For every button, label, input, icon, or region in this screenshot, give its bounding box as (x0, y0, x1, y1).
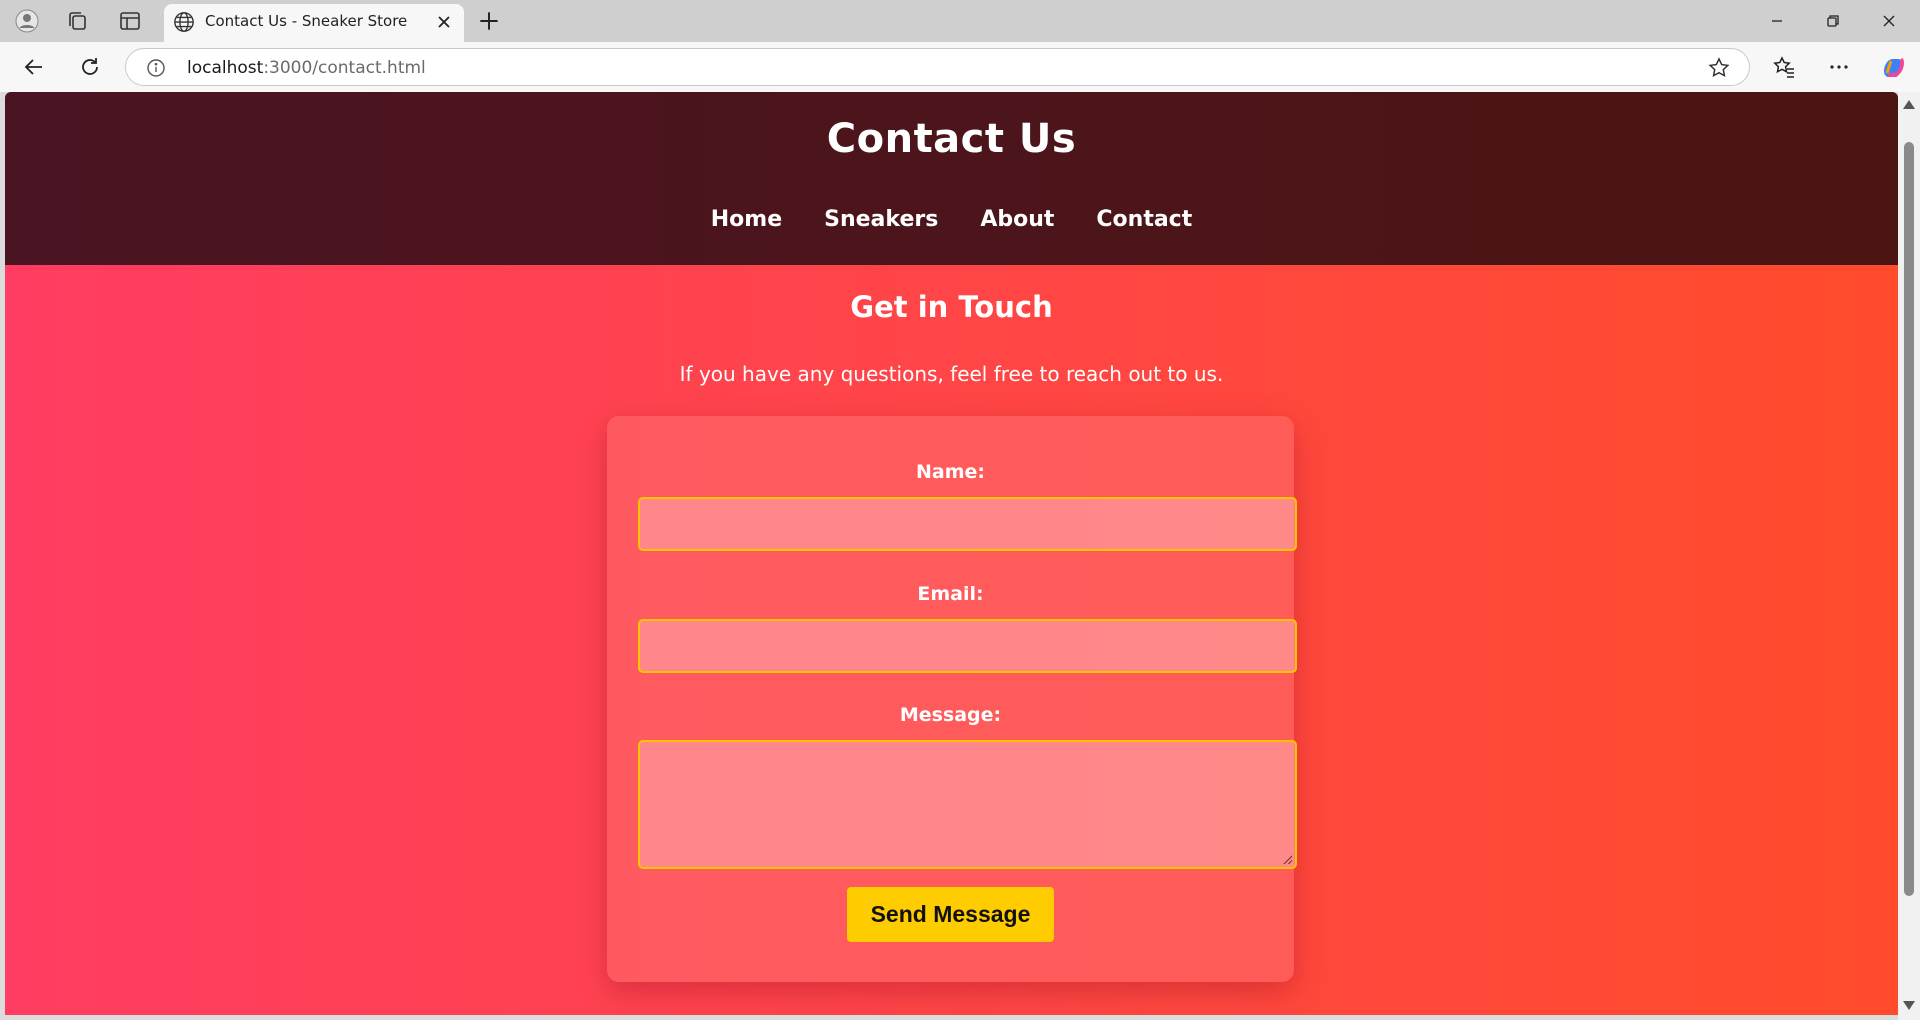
nav-link-contact[interactable]: Contact (1096, 207, 1192, 232)
site-header: Contact Us Home Sneakers About Contact (5, 92, 1898, 265)
nav-link-home[interactable]: Home (711, 207, 782, 232)
contact-form: Name: Email: Message: Send Message (607, 416, 1297, 982)
vertical-tabs-icon[interactable] (115, 6, 145, 36)
scrollbar-thumb[interactable] (1904, 142, 1914, 896)
browser-toolbar: localhost:3000/contact.html (0, 42, 1920, 92)
email-field[interactable] (638, 619, 1297, 673)
message-field[interactable] (638, 740, 1297, 869)
favorites-icon[interactable] (1768, 51, 1800, 83)
page-viewport: Contact Us Home Sneakers About Contact G… (5, 92, 1898, 1015)
more-icon[interactable] (1823, 51, 1855, 83)
scroll-up-icon[interactable] (1903, 100, 1915, 109)
copilot-icon[interactable] (1877, 51, 1909, 83)
page-title: Contact Us (826, 116, 1077, 162)
site-nav: Home Sneakers About Contact (5, 207, 1898, 232)
browser-tab-bar: Contact Us - Sneaker Store (0, 0, 1920, 42)
page-scrollbar[interactable] (1898, 92, 1920, 1020)
refresh-icon[interactable] (74, 51, 106, 83)
restore-icon[interactable] (1810, 6, 1856, 36)
name-field[interactable] (638, 497, 1297, 551)
nav-link-sneakers[interactable]: Sneakers (824, 207, 938, 232)
section-heading: Get in Touch (850, 290, 1053, 324)
resize-handle[interactable] (1283, 855, 1292, 864)
globe-icon (174, 12, 194, 32)
info-icon[interactable] (146, 58, 166, 78)
new-tab-icon[interactable] (476, 8, 502, 34)
address-bar[interactable]: localhost:3000/contact.html (125, 48, 1750, 86)
close-icon[interactable] (434, 12, 454, 32)
collections-icon[interactable] (62, 6, 92, 36)
url-text: localhost:3000/contact.html (187, 58, 426, 78)
message-label: Message: (899, 704, 1002, 726)
scroll-down-icon[interactable] (1903, 1001, 1915, 1010)
section-subtext: If you have any questions, feel free to … (679, 362, 1224, 386)
favorite-star-icon[interactable] (1707, 56, 1731, 80)
minimize-icon[interactable] (1754, 6, 1800, 36)
send-message-button[interactable]: Send Message (847, 887, 1054, 942)
profile-icon[interactable] (12, 6, 42, 36)
tab-title: Contact Us - Sneaker Store (205, 12, 408, 30)
window-close-icon[interactable] (1866, 6, 1912, 36)
email-label: Email: (917, 583, 984, 605)
nav-link-about[interactable]: About (980, 207, 1054, 232)
name-label: Name: (915, 461, 985, 483)
back-icon[interactable] (18, 51, 50, 83)
active-tab[interactable]: Contact Us - Sneaker Store (164, 4, 464, 42)
